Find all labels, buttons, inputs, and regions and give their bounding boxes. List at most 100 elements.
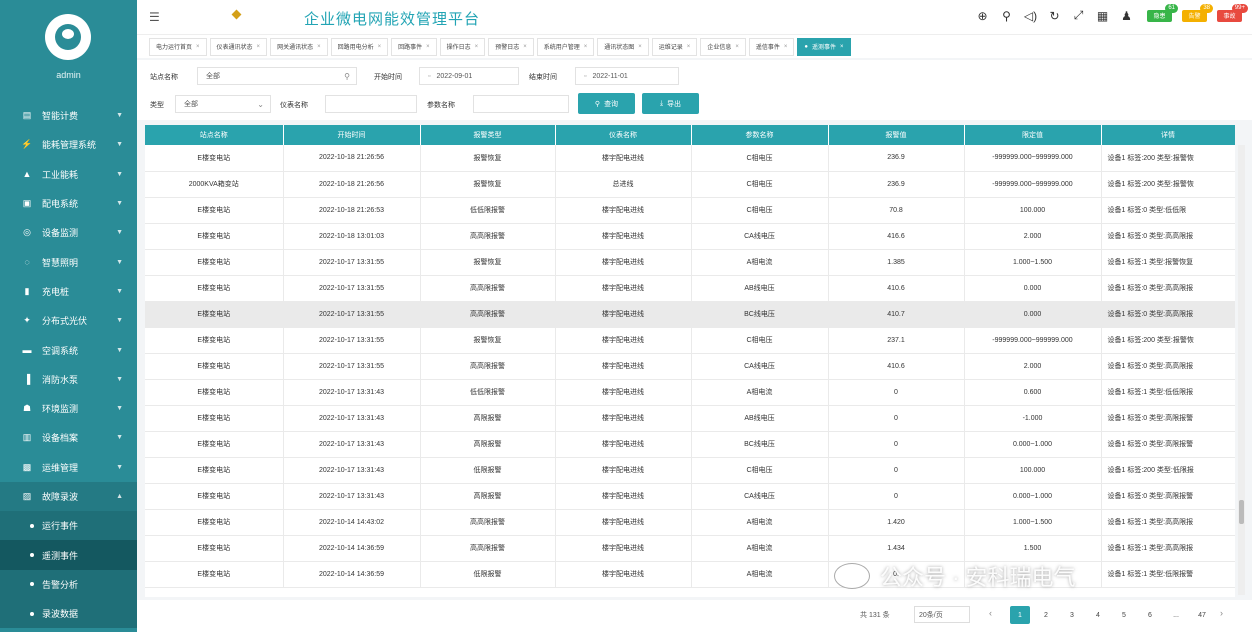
- page-number[interactable]: 1: [1010, 606, 1030, 624]
- shirt-icon[interactable]: ♟: [1119, 9, 1134, 23]
- tab[interactable]: 企业信息 ×: [700, 37, 746, 56]
- tab[interactable]: 系统用户管理 ×: [536, 37, 595, 56]
- table-row[interactable]: E楼变电站 2022-10-17 13:31:43 高限报警 楼宇配电进线 CA线电压 0…: [145, 483, 1235, 510]
- table-row[interactable]: 2000KVA箱变站 2022-10-18 21:26:56 报警恢复 总进线 C相电压…: [145, 171, 1235, 198]
- table-row[interactable]: E楼变电站 2022-10-17 13:31:55 高高限报警 楼宇配电进线 AB线电压…: [145, 275, 1235, 302]
- station-select[interactable]: 全部 ⚲: [197, 67, 357, 85]
- sidebar-subitem[interactable]: 运行事件: [0, 511, 137, 541]
- close-icon[interactable]: ×: [840, 44, 844, 50]
- page-number[interactable]: 6: [1140, 606, 1160, 624]
- meter-name-input[interactable]: [325, 95, 417, 113]
- close-icon[interactable]: ×: [784, 44, 788, 50]
- tab[interactable]: ● 遥测事件 ×: [797, 37, 851, 56]
- search-icon[interactable]: ⚲: [999, 9, 1014, 23]
- sidebar-subitem[interactable]: 遥测事件: [0, 540, 137, 570]
- sidebar-item[interactable]: ▬ 空调系统 ▼: [0, 335, 137, 364]
- sidebar-item[interactable]: ◌ 智慧照明 ▼: [0, 247, 137, 276]
- sidebar-item[interactable]: ▩ 运维管理 ▼: [0, 453, 137, 482]
- column-header[interactable]: 报警值: [828, 125, 965, 145]
- alert-badge[interactable]: 隐患 61: [1147, 3, 1178, 22]
- close-icon[interactable]: ×: [475, 44, 479, 50]
- column-header[interactable]: 报警类型: [420, 125, 556, 145]
- speaker-icon[interactable]: ◁): [1023, 9, 1038, 23]
- param-name-input[interactable]: [473, 95, 569, 113]
- close-icon[interactable]: ×: [638, 44, 642, 50]
- table-row[interactable]: E楼变电站 2022-10-17 13:31:43 低低限报警 楼宇配电进线 A相电流 0…: [145, 379, 1235, 406]
- table-row[interactable]: E楼变电站 2022-10-17 13:31:55 报警恢复 楼宇配电进线 A相电流 1.…: [145, 249, 1235, 276]
- page-number[interactable]: 4: [1088, 606, 1108, 624]
- close-icon[interactable]: ×: [735, 44, 739, 50]
- prev-page-icon[interactable]: ‹: [989, 608, 992, 618]
- sidebar-item[interactable]: ▣ 配电系统 ▼: [0, 189, 137, 218]
- sidebar-item[interactable]: ▮ 充电桩 ▼: [0, 277, 137, 306]
- sidebar-item[interactable]: ⚡ 能耗管理系统 ▼: [0, 130, 137, 159]
- page-number[interactable]: ...: [1166, 606, 1186, 624]
- column-header[interactable]: 详情: [1101, 125, 1235, 145]
- close-icon[interactable]: ×: [426, 44, 430, 50]
- table-row[interactable]: E楼变电站 2022-10-14 14:43:02 高高限报警 楼宇配电进线 A相电流 1…: [145, 509, 1235, 536]
- sidebar-subitem[interactable]: 录波数据: [0, 599, 137, 629]
- scrollbar-thumb[interactable]: [1239, 500, 1244, 524]
- table-row[interactable]: E楼变电站 2022-10-17 13:31:55 报警恢复 楼宇配电进线 C相电压 23…: [145, 327, 1235, 354]
- table-row[interactable]: E楼变电站 2022-10-14 14:36:59 高高限报警 楼宇配电进线 A相电流 1…: [145, 535, 1235, 562]
- menu-toggle-icon[interactable]: ☰: [149, 10, 160, 24]
- tab[interactable]: 回路事件 ×: [391, 37, 437, 56]
- close-icon[interactable]: ×: [257, 44, 261, 50]
- tab[interactable]: 电力运行首页 ×: [149, 37, 207, 56]
- sidebar-item[interactable]: ▲ 工业能耗 ▼: [0, 160, 137, 189]
- close-icon[interactable]: ×: [687, 44, 691, 50]
- page-number[interactable]: 3: [1062, 606, 1082, 624]
- search-button[interactable]: ⚲ 查询: [578, 93, 635, 114]
- column-header[interactable]: 仪表名称: [555, 125, 692, 145]
- sidebar-item[interactable]: ▥ 设备档案 ▼: [0, 423, 137, 452]
- alert-badge[interactable]: 告警 38: [1182, 3, 1213, 22]
- tab[interactable]: 预警日志 ×: [488, 37, 534, 56]
- table-row[interactable]: E楼变电站 2022-10-17 13:31:55 高高限报警 楼宇配电进线 CA线电压…: [145, 353, 1235, 380]
- tab[interactable]: 操作日志 ×: [439, 37, 486, 56]
- tab[interactable]: 遥信事件 ×: [748, 37, 795, 56]
- tab[interactable]: 运维记录 ×: [651, 37, 698, 56]
- close-icon[interactable]: ×: [584, 44, 588, 50]
- page-number[interactable]: 47: [1192, 606, 1212, 624]
- type-select[interactable]: 全部 ⌄: [175, 95, 271, 113]
- page-number[interactable]: 5: [1114, 606, 1134, 624]
- sidebar-item[interactable]: ▨ 故障录波 ▲: [0, 481, 137, 512]
- column-header[interactable]: 参数名称: [691, 125, 829, 145]
- table-row[interactable]: E楼变电站 2022-10-17 13:31:43 低限报警 楼宇配电进线 C相电压 0 1…: [145, 457, 1235, 484]
- close-icon[interactable]: ×: [196, 44, 200, 50]
- avatar[interactable]: [45, 14, 91, 60]
- end-time-input[interactable]: ▫ 2022-11-01: [575, 67, 679, 85]
- export-button[interactable]: ⤓ 导出: [642, 93, 699, 114]
- table-row[interactable]: E楼变电站 2022-10-18 21:26:53 低低限报警 楼宇配电进线 C相电压 7…: [145, 197, 1235, 224]
- sidebar-item[interactable]: ✦ 分布式光伏 ▼: [0, 306, 137, 335]
- sidebar-subitem[interactable]: 告警分析: [0, 569, 137, 600]
- table-scrollbar[interactable]: [1238, 145, 1245, 595]
- table-row[interactable]: E楼变电站 2022-10-17 13:31:43 高限报警 楼宇配电进线 AB线电压 0…: [145, 405, 1235, 432]
- start-time-input[interactable]: ▫ 2022-09-01: [419, 67, 519, 85]
- sidebar-item[interactable]: ▐ 消防水泵 ▼: [0, 365, 137, 394]
- globe-icon[interactable]: ⊕: [975, 9, 990, 23]
- column-header[interactable]: 站点名称: [145, 125, 284, 145]
- table-row[interactable]: E楼变电站 2022-10-17 13:31:55 高高限报警 楼宇配电进线 BC线电压…: [145, 301, 1235, 328]
- alert-badge[interactable]: 事故 99+: [1217, 3, 1248, 22]
- close-icon[interactable]: ×: [523, 44, 527, 50]
- next-page-icon[interactable]: ›: [1220, 608, 1223, 618]
- search-icon[interactable]: ⚲: [344, 72, 350, 81]
- table-row[interactable]: E楼变电站 2022-10-17 13:31:43 高限报警 楼宇配电进线 BC线电压 0…: [145, 431, 1235, 458]
- tab[interactable]: 仪表通讯状态 ×: [209, 37, 268, 56]
- close-icon[interactable]: ×: [317, 44, 321, 50]
- page-number[interactable]: 2: [1036, 606, 1056, 624]
- refresh-icon[interactable]: ↻: [1047, 9, 1062, 23]
- fullscreen-icon[interactable]: ⤢: [1071, 8, 1086, 23]
- column-header[interactable]: 开始时间: [283, 125, 421, 145]
- sidebar-item[interactable]: ▤ 智能计费 ▼: [0, 101, 137, 130]
- sidebar-item[interactable]: ☗ 环境监测 ▼: [0, 394, 137, 423]
- close-icon[interactable]: ×: [378, 44, 382, 50]
- column-header[interactable]: 限定值: [964, 125, 1102, 145]
- table-row[interactable]: E楼变电站 2022-10-18 13:01:03 高高限报警 楼宇配电进线 CA线电压…: [145, 223, 1235, 250]
- tab[interactable]: 网关通讯状态 ×: [270, 37, 328, 56]
- page-size-select[interactable]: 20条/页: [914, 606, 970, 623]
- sidebar-item[interactable]: ◎ 设备监测 ▼: [0, 218, 137, 247]
- tab[interactable]: 回路用电分析 ×: [330, 37, 389, 56]
- table-row[interactable]: E楼变电站 2022-10-18 21:26:56 报警恢复 楼宇配电进线 C相电压 23…: [145, 145, 1235, 172]
